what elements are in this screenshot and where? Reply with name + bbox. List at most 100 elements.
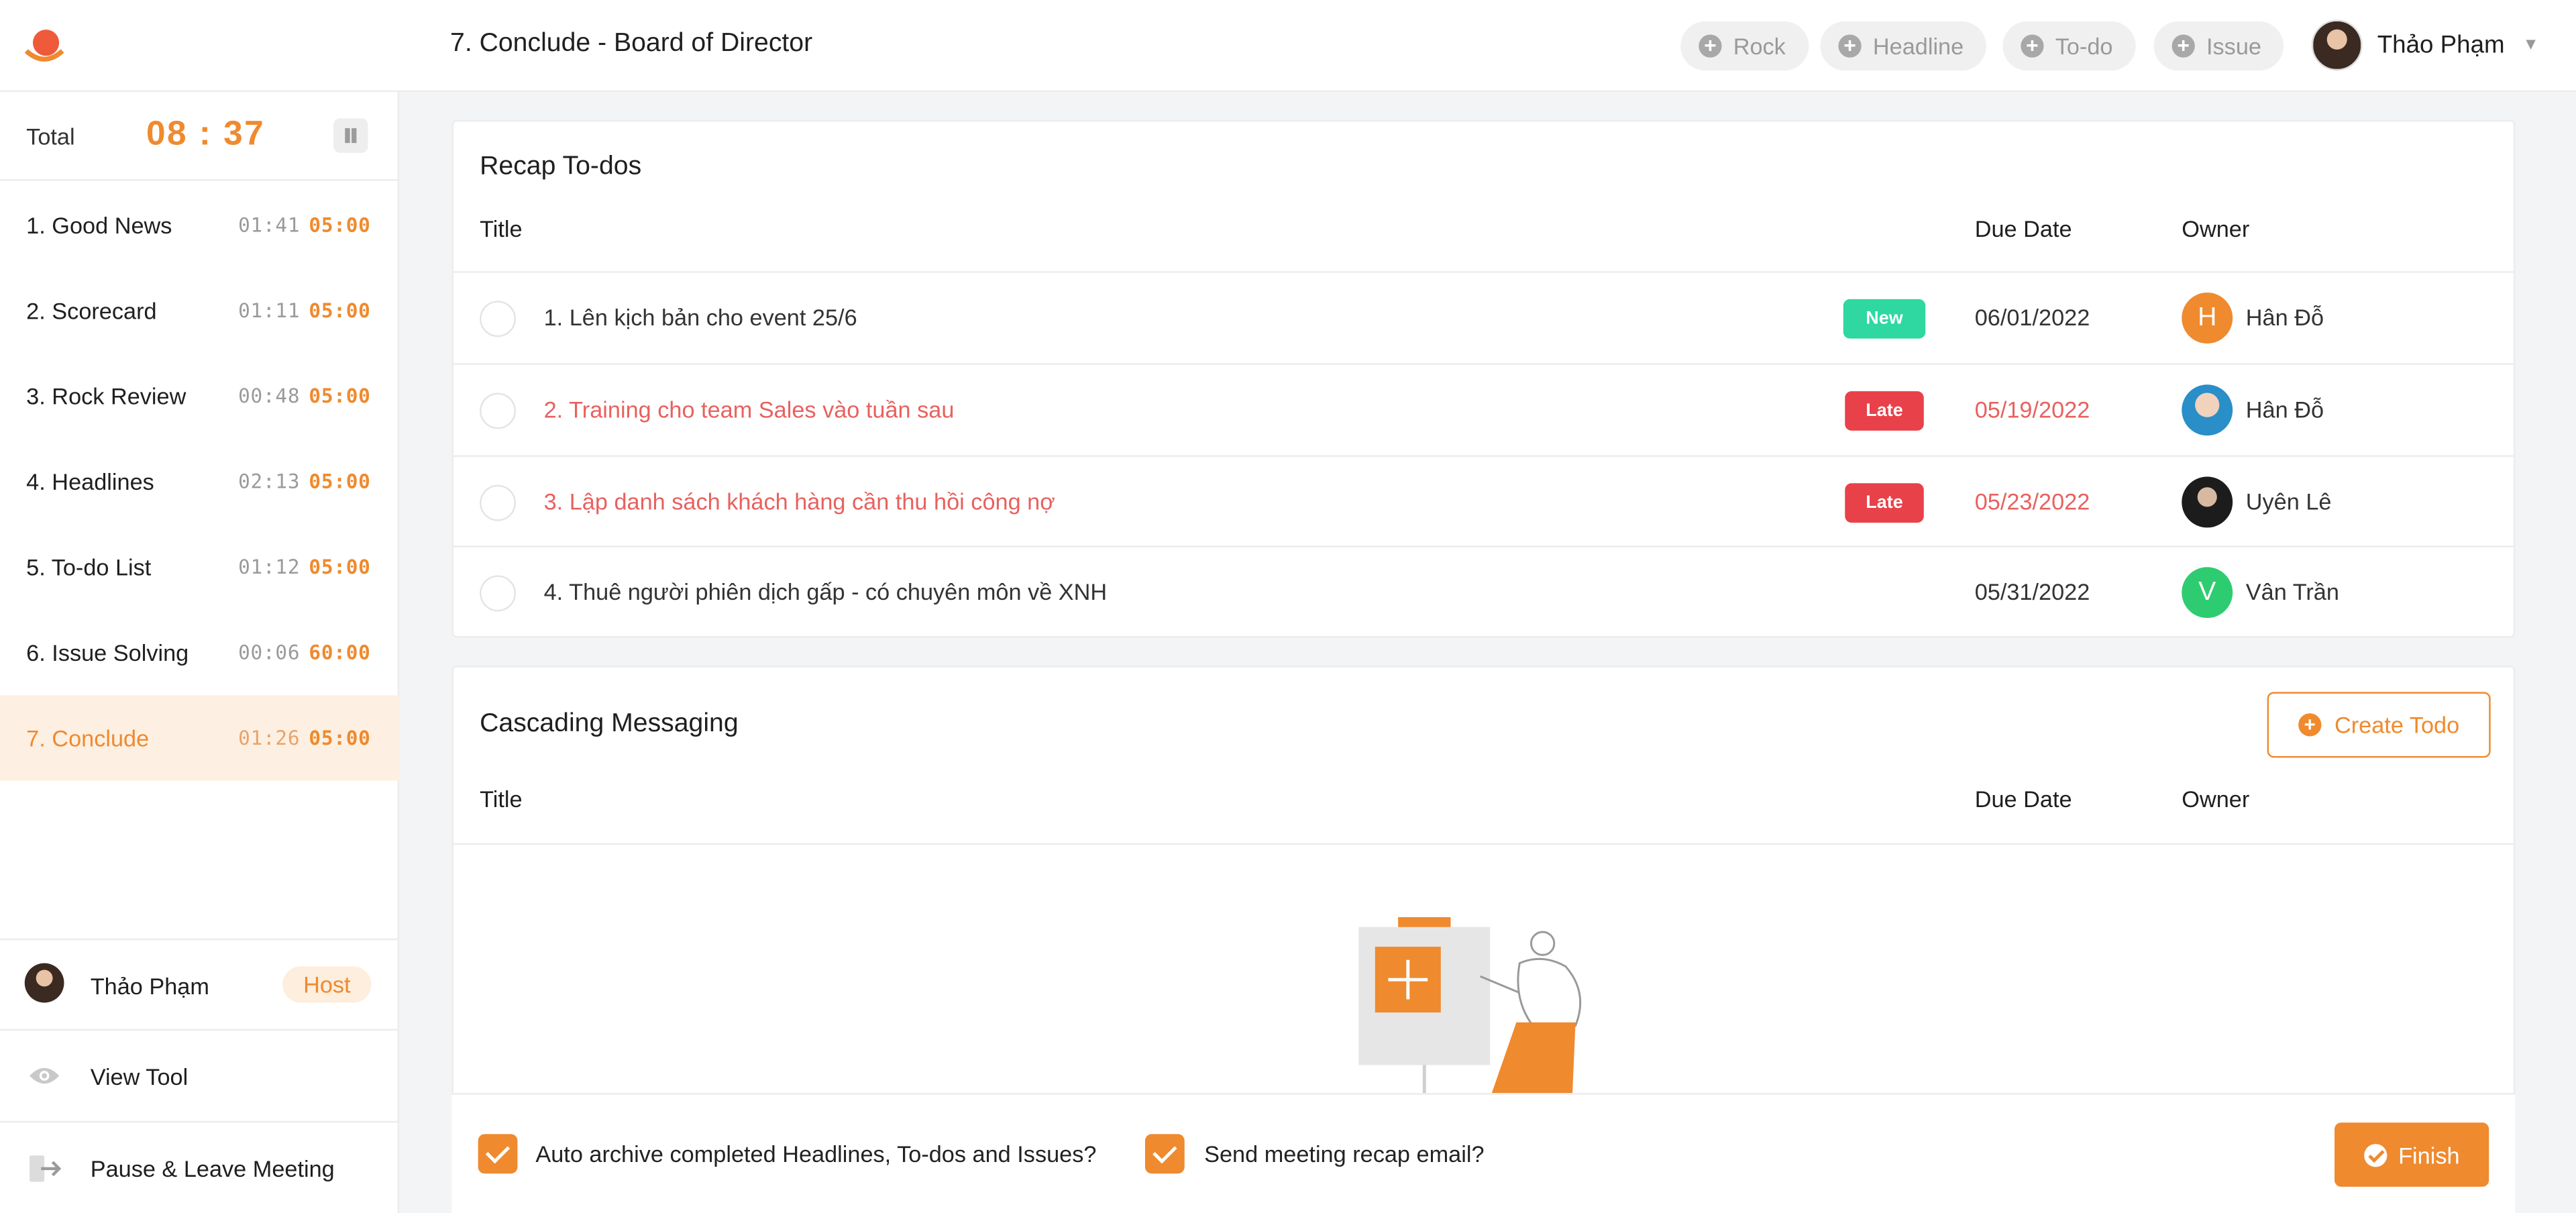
view-tool-button[interactable]: View Tool xyxy=(0,1029,400,1120)
table-row[interactable]: 4. Thuê người phiên dịch gấp - có chuyên… xyxy=(453,545,2514,637)
todo-title[interactable]: 4. Thuê người phiên dịch gấp - có chuyên… xyxy=(544,578,1108,604)
cascading-messaging-card: Cascading Messaging + Create Todo Title … xyxy=(451,666,2516,1097)
cascading-title: Cascading Messaging xyxy=(480,710,739,739)
user-menu[interactable]: Thảo Phạm ▼ xyxy=(2311,19,2539,71)
agenda-label: 4. Headlines xyxy=(26,468,154,495)
agenda-limit: 05:00 xyxy=(309,384,371,408)
agenda-elapsed: 01:12 xyxy=(238,556,301,579)
due-date: 05/19/2022 xyxy=(1974,396,2090,423)
agenda-item-scorecard[interactable]: 2. Scorecard 01:11 05:00 xyxy=(0,268,399,353)
col-owner: Owner xyxy=(2182,215,2250,242)
agenda-limit: 05:00 xyxy=(309,470,371,493)
status-badge: Late xyxy=(1845,391,1924,431)
agenda-elapsed: 01:26 xyxy=(238,726,301,750)
auto-archive-label: Auto archive completed Headlines, To-dos… xyxy=(535,1141,1097,1167)
col-due-date: Due Date xyxy=(1974,786,2072,812)
owner-name: Vân Trần xyxy=(2245,578,2339,605)
avatar xyxy=(2182,476,2233,528)
finish-button[interactable]: Finish xyxy=(2334,1122,2489,1187)
table-row[interactable]: 2. Training cho team Sales vào tuần sau … xyxy=(453,363,2514,455)
avatar xyxy=(24,963,64,1003)
agenda-label: 6. Issue Solving xyxy=(26,639,189,666)
send-recap-checkbox[interactable] xyxy=(1144,1134,1185,1174)
agenda-label: 5. To-do List xyxy=(26,553,152,580)
agenda-limit: 60:00 xyxy=(309,641,371,664)
plus-icon: + xyxy=(2021,34,2044,58)
avatar: H xyxy=(2182,293,2233,344)
add-rock-button[interactable]: + Rock xyxy=(1680,21,1809,71)
auto-archive-checkbox[interactable] xyxy=(478,1134,518,1174)
todo-title[interactable]: 2. Training cho team Sales vào tuần sau xyxy=(544,396,955,422)
recap-title: Recap To-dos xyxy=(480,152,642,181)
agenda-item-conclude[interactable]: 7. Conclude 01:26 05:00 xyxy=(0,695,400,781)
table-row[interactable]: 3. Lập danh sách khách hàng cần thu hồi … xyxy=(453,455,2514,547)
plus-icon: + xyxy=(1699,34,1722,58)
agenda-item-rock-review[interactable]: 3. Rock Review 00:48 05:00 xyxy=(0,354,399,439)
avatar xyxy=(2182,384,2233,436)
host-row: Thảo Phạm Host xyxy=(0,938,400,1029)
agenda-limit: 05:00 xyxy=(309,213,371,237)
pause-leave-button[interactable]: Pause & Leave Meeting xyxy=(0,1120,400,1212)
add-todo-button[interactable]: + To-do xyxy=(2002,21,2136,71)
complete-checkbox[interactable] xyxy=(480,301,516,337)
empty-state-illustration xyxy=(1358,917,1582,1095)
pause-icon[interactable] xyxy=(333,118,368,153)
avatar: V xyxy=(2182,567,2233,619)
total-time: 08 : 37 xyxy=(146,115,266,153)
agenda-item-issue-solving[interactable]: 6. Issue Solving 00:06 60:00 xyxy=(0,610,399,695)
add-issue-button[interactable]: + Issue xyxy=(2153,21,2285,71)
agenda-item-todo-list[interactable]: 5. To-do List 01:12 05:00 xyxy=(0,525,399,610)
due-date: 05/31/2022 xyxy=(1974,578,2090,605)
recap-todos-card: Recap To-dos Title Due Date Owner 1. Lên… xyxy=(451,119,2516,638)
complete-checkbox[interactable] xyxy=(480,575,516,612)
user-name: Thảo Phạm xyxy=(2377,31,2505,60)
agenda-item-good-news[interactable]: 1. Good News 01:41 05:00 xyxy=(0,182,399,268)
plus-icon: + xyxy=(2171,34,2195,58)
plus-icon: + xyxy=(1838,34,1862,58)
todo-title[interactable]: 3. Lập danh sách khách hàng cần thu hồi … xyxy=(544,488,1055,515)
agenda-elapsed: 00:48 xyxy=(238,384,301,408)
chevron-down-icon: ▼ xyxy=(2522,36,2539,54)
check-icon xyxy=(2363,1143,2387,1167)
send-recap-label: Send meeting recap email? xyxy=(1204,1141,1485,1167)
eye-icon xyxy=(30,1067,60,1084)
meeting-title: 7. Conclude - Board of Director xyxy=(450,30,813,58)
agenda-elapsed: 01:11 xyxy=(238,299,301,323)
avatar xyxy=(2311,19,2363,71)
owner-name: Hân Đỗ xyxy=(2245,304,2324,331)
col-due-date: Due Date xyxy=(1974,215,2072,242)
owner-name: Uyên Lê xyxy=(2245,488,2332,515)
exit-icon xyxy=(30,1155,62,1182)
agenda-item-headlines[interactable]: 4. Headlines 02:13 05:00 xyxy=(0,439,399,524)
footer-bar: Auto archive completed Headlines, To-dos… xyxy=(451,1093,2516,1213)
agenda-label: 2. Scorecard xyxy=(26,297,157,324)
agenda-limit: 05:00 xyxy=(309,299,371,323)
sidebar: Total 08 : 37 1. Good News 01:41 05:00 2… xyxy=(0,92,400,1213)
agenda-limit: 05:00 xyxy=(309,556,371,579)
agenda-label: 1. Good News xyxy=(26,212,172,239)
pause-leave-label: Pause & Leave Meeting xyxy=(90,1155,335,1182)
owner-name: Hân Đỗ xyxy=(2245,396,2324,423)
total-label: Total xyxy=(26,123,75,150)
table-row[interactable]: 1. Lên kịch bản cho event 25/6 New 06/01… xyxy=(453,271,2514,363)
due-date: 06/01/2022 xyxy=(1974,304,2090,331)
agenda-label: 7. Conclude xyxy=(26,725,150,751)
add-headline-button[interactable]: + Headline xyxy=(1820,21,1987,71)
host-name: Thảo Phạm xyxy=(90,973,209,1000)
agenda-elapsed: 02:13 xyxy=(238,470,301,493)
complete-checkbox[interactable] xyxy=(480,484,516,521)
col-title: Title xyxy=(480,786,523,812)
agenda-label: 3. Rock Review xyxy=(26,382,186,410)
todo-title[interactable]: 1. Lên kịch bản cho event 25/6 xyxy=(544,304,857,330)
col-owner: Owner xyxy=(2182,786,2250,812)
complete-checkbox[interactable] xyxy=(480,392,516,429)
agenda-elapsed: 00:06 xyxy=(238,641,301,664)
plus-icon: + xyxy=(2298,713,2322,737)
status-badge: New xyxy=(1843,299,1926,339)
view-tool-label: View Tool xyxy=(90,1063,189,1090)
create-todo-button[interactable]: + Create Todo xyxy=(2267,692,2491,758)
host-badge: Host xyxy=(282,966,372,1003)
divider xyxy=(453,843,2514,845)
app-logo-icon[interactable] xyxy=(23,25,66,68)
due-date: 05/23/2022 xyxy=(1974,488,2090,515)
